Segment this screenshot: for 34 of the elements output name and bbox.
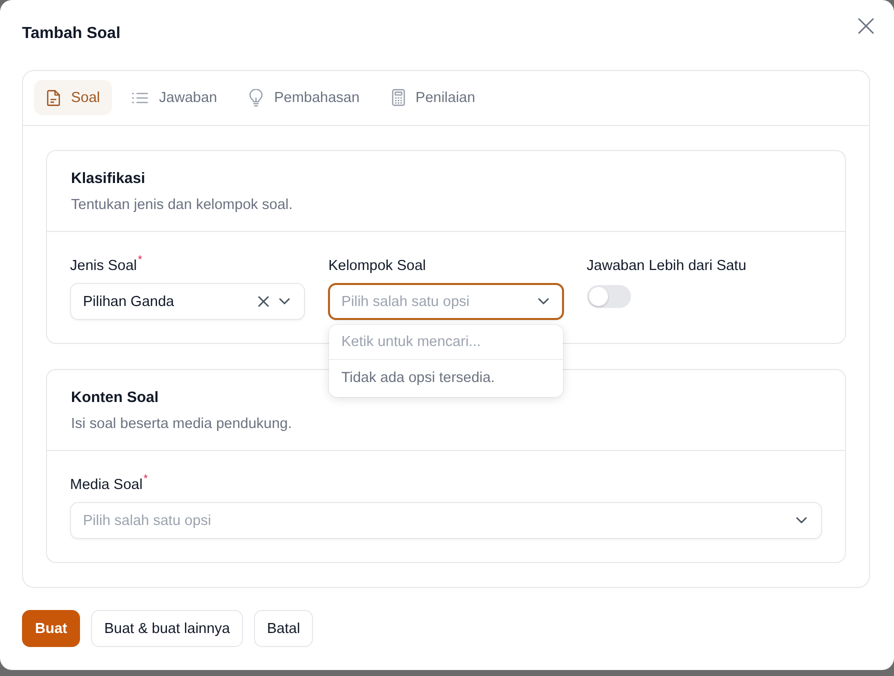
tab[interactable]: Penilaian <box>378 80 488 115</box>
select-field[interactable]: Pilihan Ganda <box>70 283 306 320</box>
field-label: Jenis Soal <box>70 257 137 276</box>
field-label: Kelompok Soal <box>328 257 426 276</box>
section-description: Isi soal beserta media pendukung. <box>71 415 293 434</box>
required-mark: * <box>144 474 148 485</box>
field-label: Jawaban Lebih dari Satu <box>586 257 746 276</box>
dialog-title: Tambah Soal <box>22 24 120 44</box>
tab[interactable]: Soal <box>34 80 112 115</box>
close-button[interactable] <box>858 18 874 34</box>
tab[interactable]: Jawaban <box>119 80 230 115</box>
tab[interactable]: Pembahasan <box>236 80 372 115</box>
calculator-icon <box>392 89 405 106</box>
create-another-button[interactable]: Buat & buat lainnya <box>91 610 243 647</box>
field-label: Media Soal <box>70 476 143 495</box>
chevron-down-icon <box>796 517 807 524</box>
lightbulb-icon <box>249 88 264 106</box>
toggle-switch[interactable] <box>586 285 631 308</box>
section-title: Konten Soal <box>71 388 160 408</box>
list-icon <box>132 92 148 104</box>
select-field[interactable]: Pilih salah satu opsi <box>328 283 564 320</box>
required-mark: * <box>138 255 142 266</box>
empty-message: Tidak ada opsi tersedia. <box>340 369 496 388</box>
cancel-button[interactable]: Batal <box>254 610 314 647</box>
chevron-down-icon <box>538 298 549 305</box>
close-icon <box>858 18 874 34</box>
section-description: Tentukan jenis dan kelompok soal. <box>71 196 294 215</box>
create-button[interactable]: Buat <box>22 610 80 647</box>
search-field[interactable]: Ketik untuk mencari... <box>329 325 563 360</box>
select-field[interactable]: Pilih salah satu opsi <box>70 502 822 539</box>
chevron-down-icon <box>279 298 290 305</box>
section-title: Klasifikasi <box>71 169 146 189</box>
document-icon <box>47 90 60 106</box>
clear-icon[interactable] <box>258 296 270 307</box>
